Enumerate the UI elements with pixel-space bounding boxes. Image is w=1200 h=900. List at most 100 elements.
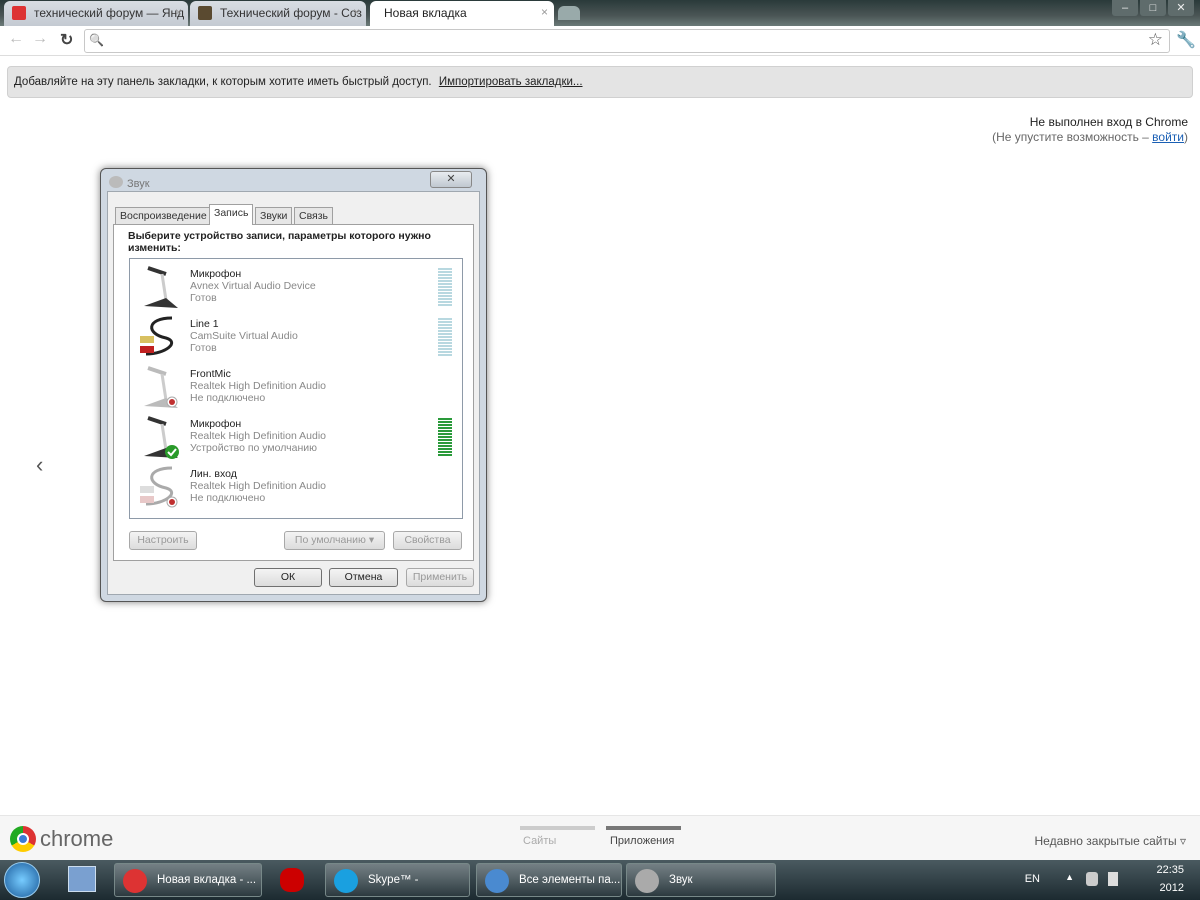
dialog-title: Звук [127,178,150,190]
show-hidden-icons-arrow[interactable]: ▲ [1065,872,1074,882]
level-meter [438,268,452,306]
tab-strip: технический форум — Янд × Технический фор… [0,0,1200,26]
bookmarks-bar: Добавляйте на эту панель закладки, к кот… [7,66,1193,98]
tab-playback[interactable]: Воспроизведение [115,207,212,224]
pager-apps-bar[interactable] [606,826,681,830]
device-name: FrontMic [190,368,231,380]
device-list: Микрофон Avnex Virtual Audio Device Готов L… [129,258,463,519]
tab-label: Технический форум - Соз [220,6,362,20]
close-window-button[interactable]: ✕ [1168,0,1194,16]
device-driver: Avnex Virtual Audio Device [190,280,316,292]
signin-hint: (Не упустите возможность – [992,130,1153,144]
recently-closed-menu[interactable]: Недавно закрытые сайты ▿ [1035,834,1186,848]
ok-button[interactable]: ОК [254,568,322,587]
start-button[interactable] [4,862,40,898]
yandex-favicon-icon [12,6,26,20]
device-status: Готов [190,292,217,304]
tab-close-icon[interactable]: × [353,5,360,19]
device-list-item[interactable]: Микрофон Realtek High Definition Audio Уст… [130,412,462,462]
taskbar-item[interactable]: Звук [626,863,776,897]
tab-label: технический форум — Янд [34,6,185,20]
set-default-label: По умолчанию [294,534,366,546]
chrome-wordmark: chrome [40,826,114,851]
tab-yandex[interactable]: технический форум — Янд × [4,1,188,26]
tab-label: Новая вкладка [384,6,467,20]
prev-page-arrow[interactable]: ‹ [36,452,43,478]
new-tab-button[interactable] [558,6,580,20]
line-in-icon [136,464,180,510]
recording-panel: Выберите устройство записи, параметры ко… [113,224,474,561]
signin-status: Не выполнен вход в Chrome [1029,115,1188,129]
apply-button[interactable]: Применить [406,568,474,587]
forward-button[interactable]: → [32,30,48,48]
level-meter [438,418,452,456]
taskbar-app-icon [485,869,509,893]
line-in-icon [136,314,180,360]
taskbar-app-icon [280,868,304,892]
language-indicator[interactable]: EN [1025,873,1040,885]
page-sites[interactable]: Сайты [523,835,556,847]
device-list-item[interactable]: Line 1 CamSuite Virtual Audio Готов [130,312,462,362]
taskbar-item-label: Новая вкладка - ... [157,874,257,886]
bookmarks-bar-hint: Добавляйте на эту панель закладки, к кот… [14,76,432,88]
level-meter [438,318,452,356]
tab-new-tab[interactable]: Новая вкладка × [370,1,554,26]
taskbar-item-label: Звук [669,874,693,886]
tab-close-icon[interactable]: × [541,5,548,19]
reload-button[interactable]: ↻ [60,30,73,50]
import-bookmarks-link[interactable]: Импортировать закладки... [439,76,583,88]
device-driver: Realtek High Definition Audio [190,380,326,392]
tab-forum[interactable]: Технический форум - Соз × [190,1,366,26]
taskbar-app-icon [334,869,358,893]
microphone-icon [136,264,180,310]
bookmark-star-icon[interactable]: ☆ [1148,30,1163,50]
configure-button[interactable]: Настроить [129,531,197,550]
speaker-icon [109,176,123,188]
signin-link[interactable]: войти [1152,130,1184,144]
signin-hint-end: ) [1184,130,1188,144]
device-list-item[interactable]: Лин. вход Realtek High Definition Audio Не… [130,462,462,512]
clock-date[interactable]: 2012 [1160,882,1184,894]
set-default-button[interactable]: По умолчанию ▾ [284,531,385,550]
wrench-menu-icon[interactable]: 🔧 [1176,30,1196,50]
properties-button[interactable]: Свойства [393,531,462,550]
device-driver: Realtek High Definition Audio [190,480,326,492]
device-status: Устройство по умолчанию [190,442,317,454]
microphone-icon [136,414,180,460]
tab-sounds[interactable]: Звуки [255,207,293,224]
chrome-logo-icon [10,826,36,852]
dialog-close-button[interactable]: ✕ [430,171,472,188]
search-icon: 🔍 [89,33,104,47]
device-name: Лин. вход [190,468,237,480]
clock-time[interactable]: 22:35 [1156,864,1184,876]
taskbar-item[interactable] [267,863,317,897]
network-icon[interactable] [1086,872,1098,886]
taskbar-item[interactable]: Все элементы па... [476,863,622,897]
device-list-item[interactable]: FrontMic Realtek High Definition Audio Не … [130,362,462,412]
dialog-body: Воспроизведение Запись Звуки Связь Выбер… [107,191,480,595]
signin-promo: Не выполнен вход в Chrome (Не упустите в… [992,115,1188,145]
tab-communications[interactable]: Связь [294,207,334,224]
taskbar-item[interactable]: Skype™ - [325,863,470,897]
cancel-button[interactable]: Отмена [329,568,398,587]
maximize-button[interactable]: □ [1140,0,1166,16]
back-button[interactable]: ← [8,30,24,48]
taskbar-app-icon [123,869,147,893]
page-apps[interactable]: Приложения [610,835,674,847]
taskbar-item[interactable]: Новая вкладка - ... [114,863,262,897]
minimize-button[interactable]: – [1112,0,1138,16]
tab-close-icon[interactable]: × [175,5,182,19]
device-list-item[interactable]: Микрофон Avnex Virtual Audio Device Готов [130,262,462,312]
device-status: Готов [190,342,217,354]
remote-desktop-icon[interactable] [68,866,96,892]
device-name: Line 1 [190,318,219,330]
taskbar-app-icon [635,869,659,893]
device-name: Микрофон [190,268,242,280]
ntp-footer [0,815,1200,860]
omnibox[interactable]: 🔍 ☆ [84,29,1170,53]
tab-recording[interactable]: Запись [209,204,254,225]
chrome-logo: chrome [10,826,113,852]
pager-sites-bar[interactable] [520,826,595,830]
device-driver: CamSuite Virtual Audio [190,330,298,342]
volume-icon[interactable] [1108,872,1118,886]
